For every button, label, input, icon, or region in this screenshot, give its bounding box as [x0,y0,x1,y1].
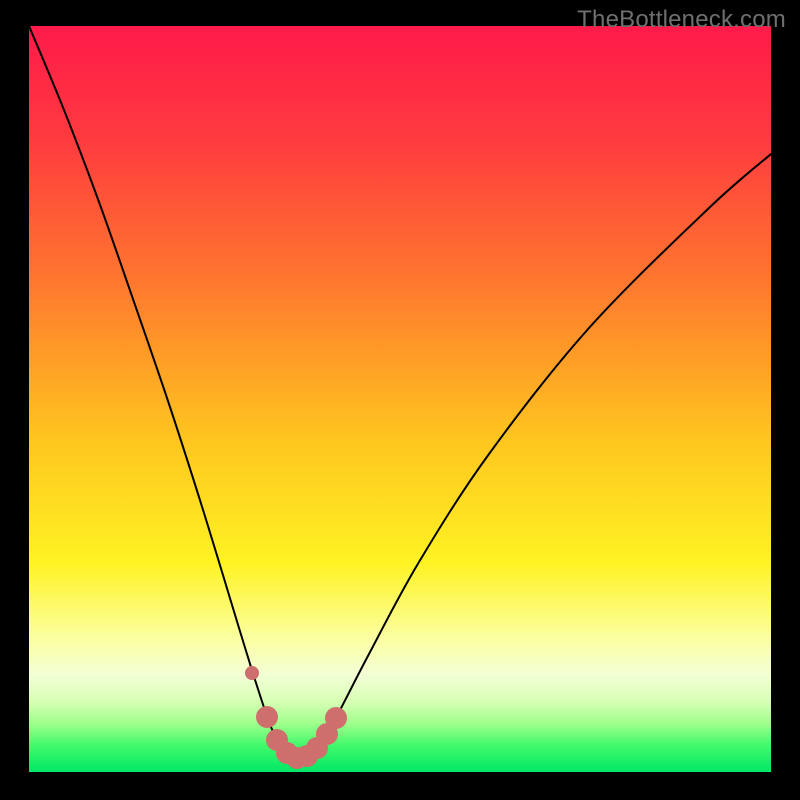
chart-area [29,26,771,772]
chart-svg [29,26,771,772]
gradient-background [29,26,771,772]
highlight-dot [256,706,278,728]
highlight-dot [245,666,259,680]
highlight-dot [325,707,347,729]
